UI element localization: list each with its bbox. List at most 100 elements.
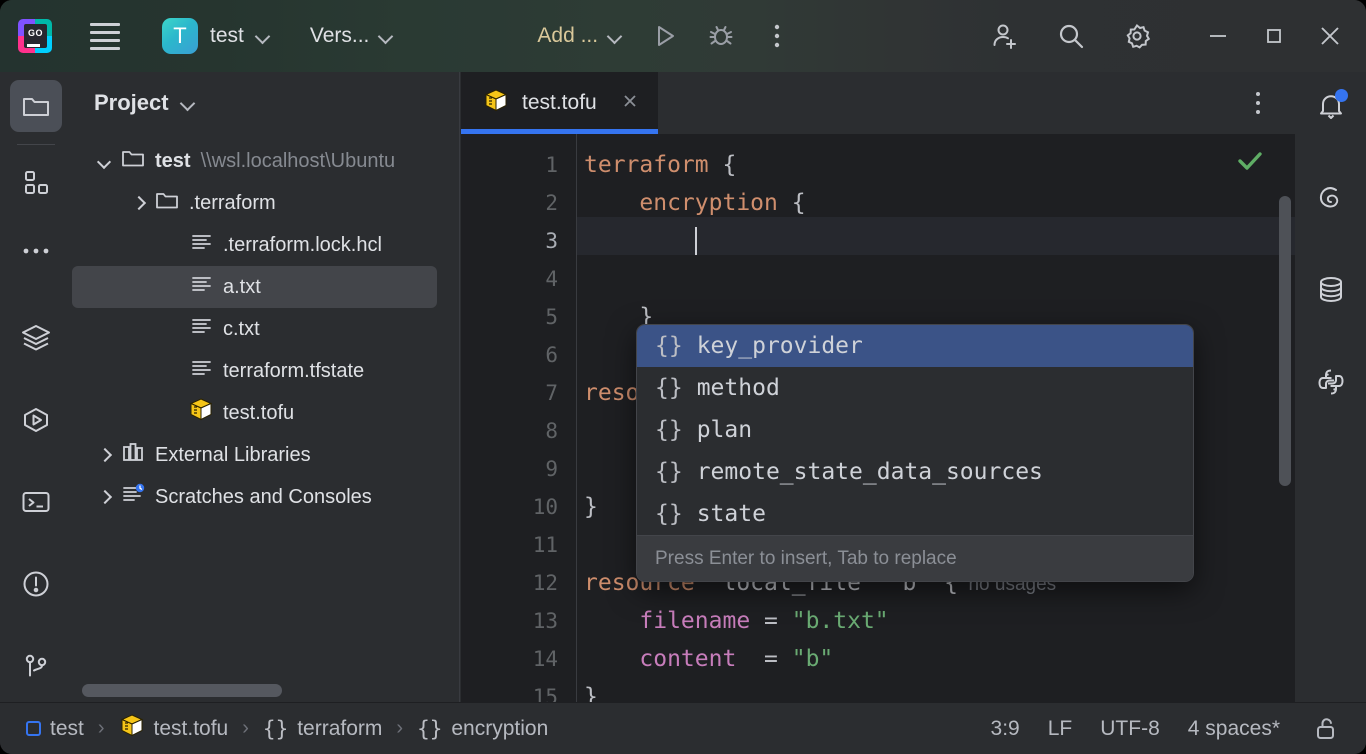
- project-panel-header[interactable]: Project: [72, 72, 459, 134]
- opentofu-icon: [483, 88, 509, 119]
- indent-widget[interactable]: 4 spaces*: [1188, 717, 1280, 741]
- minimize-icon[interactable]: [1190, 0, 1246, 72]
- more-vertical-icon[interactable]: [758, 17, 796, 55]
- editor-tab-label: test.tofu: [522, 91, 597, 115]
- text-caret: [695, 227, 697, 255]
- line-number: 10: [533, 488, 558, 526]
- sidebar-item-project[interactable]: [10, 80, 62, 132]
- autocomplete-item-key_provider[interactable]: {}key_provider: [637, 325, 1193, 367]
- rail-divider: [17, 144, 55, 145]
- breadcrumb-label: test.tofu: [154, 717, 229, 741]
- tree-item-c-txt[interactable]: c.txt: [72, 308, 459, 350]
- breadcrumb[interactable]: test›test.tofu›{}terraform›{}encryption: [26, 713, 548, 745]
- tree-item-a-txt[interactable]: a.txt: [72, 266, 437, 308]
- unlocked-padlock-icon[interactable]: [1308, 710, 1346, 748]
- brace-icon: {}: [655, 375, 683, 401]
- breadcrumb-item-encryption[interactable]: {} encryption: [417, 717, 548, 741]
- tree-item--terraform-lock-hcl[interactable]: .terraform.lock.hcl: [72, 224, 459, 266]
- autocomplete-item-label: state: [697, 501, 766, 527]
- editor-vertical-scrollbar[interactable]: [1279, 196, 1291, 486]
- tree-item--terraform[interactable]: .terraform: [72, 182, 459, 224]
- tree-item-path: \\wsl.localhost\Ubuntu: [201, 150, 396, 173]
- brace-icon: {}: [417, 717, 442, 741]
- sidebar-item-ai-assistant[interactable]: [1305, 172, 1357, 224]
- line-number: 5: [545, 298, 558, 336]
- tree-item-test-tofu[interactable]: test.tofu: [72, 392, 459, 434]
- code-token: [584, 646, 639, 672]
- code-token: "b": [792, 646, 834, 672]
- project-tree[interactable]: test\\wsl.localhost\Ubuntu.terraform.ter…: [72, 134, 459, 680]
- file-text-icon: [188, 271, 214, 303]
- scrollbar-thumb[interactable]: [82, 684, 282, 697]
- line-number-gutter[interactable]: 123456789101112131415: [461, 134, 577, 702]
- autocomplete-item-plan[interactable]: {}plan: [637, 409, 1193, 451]
- sidebar-item-problems[interactable]: [10, 558, 62, 610]
- autocomplete-item-state[interactable]: {}state: [637, 493, 1193, 535]
- tree-item-terraform-tfstate[interactable]: terraform.tfstate: [72, 350, 459, 392]
- sidebar-item-python-packages[interactable]: [1305, 356, 1357, 408]
- scratches-icon: [120, 481, 146, 513]
- chevron-right-icon[interactable]: [97, 448, 111, 462]
- brace-icon: {}: [263, 717, 288, 741]
- status-bar-right: 3:9 LF UTF-8 4 spaces*: [991, 710, 1346, 748]
- close-icon[interactable]: [620, 91, 640, 116]
- editor-tab-test-tofu[interactable]: test.tofu: [461, 72, 658, 134]
- debug-bug-icon[interactable]: [702, 17, 740, 55]
- search-icon[interactable]: [1052, 17, 1090, 55]
- project-name-label: test: [210, 24, 244, 48]
- autocomplete-item-method[interactable]: {}method: [637, 367, 1193, 409]
- run-configuration-selector[interactable]: Add ...: [531, 20, 628, 52]
- library-icon: [120, 439, 146, 471]
- file-text-icon: [188, 313, 214, 345]
- line-number: 11: [533, 526, 558, 564]
- project-horizontal-scrollbar[interactable]: [72, 680, 459, 702]
- breadcrumb-item-test-tofu[interactable]: test.tofu: [119, 713, 229, 745]
- check-ok-icon[interactable]: [1233, 144, 1267, 183]
- title-bar: GO T test Vers... Add ...: [0, 0, 1366, 72]
- line-number: 9: [545, 450, 558, 488]
- sidebar-item-version-control[interactable]: [10, 640, 62, 692]
- encoding-widget[interactable]: UTF-8: [1100, 717, 1160, 741]
- line-separator-widget[interactable]: LF: [1048, 717, 1073, 741]
- tree-item-test[interactable]: test\\wsl.localhost\Ubuntu: [72, 140, 459, 182]
- hamburger-menu-icon[interactable]: [84, 15, 126, 57]
- line-number: 8: [545, 412, 558, 450]
- add-account-icon[interactable]: [986, 17, 1024, 55]
- settings-gear-icon[interactable]: [1118, 17, 1156, 55]
- autocomplete-hint: Press Enter to insert, Tab to replace: [655, 548, 957, 570]
- code-token: [584, 304, 639, 330]
- sidebar-item-terminal[interactable]: [10, 476, 62, 528]
- right-tool-rail: [1295, 72, 1366, 702]
- breadcrumb-item-test[interactable]: test: [26, 717, 84, 741]
- sidebar-item-structure[interactable]: [10, 157, 62, 209]
- sidebar-item-more[interactable]: [10, 225, 62, 277]
- project-widget[interactable]: T test: [154, 14, 278, 58]
- sidebar-item-database[interactable]: [1305, 264, 1357, 316]
- line-number: 13: [533, 602, 558, 640]
- chevron-down-icon[interactable]: [97, 154, 111, 168]
- sidebar-item-notifications[interactable]: [1305, 80, 1357, 132]
- breadcrumb-label: encryption: [451, 717, 548, 741]
- maximize-icon[interactable]: [1246, 0, 1302, 72]
- code-editor[interactable]: 123456789101112131415 terraform { encryp…: [461, 134, 1295, 702]
- chevron-right-icon[interactable]: [97, 490, 111, 504]
- folder-icon: [154, 187, 180, 219]
- caret-position-widget[interactable]: 3:9: [991, 717, 1020, 741]
- code-token: }: [584, 494, 598, 520]
- close-icon[interactable]: [1302, 0, 1358, 72]
- breadcrumb-item-terraform[interactable]: {}terraform: [263, 717, 382, 741]
- autocomplete-item-remote_state_data_sources[interactable]: {}remote_state_data_sources: [637, 451, 1193, 493]
- sidebar-item-services[interactable]: [10, 312, 62, 364]
- tree-item-scratches-and-consoles[interactable]: Scratches and Consoles: [72, 476, 459, 518]
- tree-item-external-libraries[interactable]: External Libraries: [72, 434, 459, 476]
- code-line-10: }: [584, 488, 598, 526]
- code-token: "b.txt": [792, 608, 889, 634]
- chevron-down-icon[interactable]: [181, 96, 195, 110]
- sidebar-item-run[interactable]: [10, 394, 62, 446]
- chevron-right-icon[interactable]: [131, 196, 145, 210]
- more-vertical-icon[interactable]: [1239, 84, 1277, 122]
- run-play-icon[interactable]: [646, 17, 684, 55]
- vcs-widget[interactable]: Vers...: [302, 20, 402, 52]
- autocomplete-popup[interactable]: {}key_provider{}method{}plan{}remote_sta…: [636, 324, 1194, 582]
- goland-logo-icon: GO: [18, 19, 52, 53]
